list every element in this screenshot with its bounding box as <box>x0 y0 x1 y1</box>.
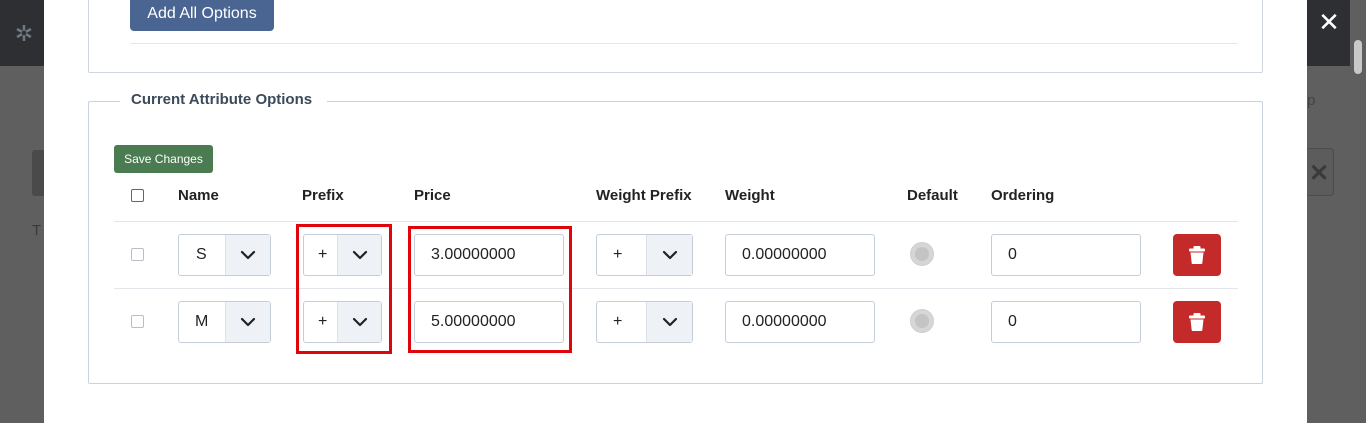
chevron-down-icon <box>225 235 270 275</box>
weight-input[interactable]: 0.00000000 <box>725 301 875 343</box>
backdrop-text-right: p <box>1307 92 1316 109</box>
joomla-logo-icon: ✲ <box>14 21 34 46</box>
column-header-price: Price <box>414 187 451 204</box>
chevron-down-icon <box>337 235 381 275</box>
table-header-divider <box>114 221 1238 222</box>
column-header-default: Default <box>907 187 958 204</box>
scrollbar-thumb[interactable] <box>1354 40 1362 74</box>
column-header-ordering: Ordering <box>991 187 1055 204</box>
name-select[interactable]: M <box>178 301 271 343</box>
default-radio[interactable] <box>910 309 934 333</box>
chevron-down-icon <box>225 302 270 342</box>
price-input[interactable]: 3.00000000 <box>414 234 564 276</box>
ordering-input[interactable]: 0 <box>991 301 1141 343</box>
add-all-options-button[interactable]: Add All Options <box>130 0 274 31</box>
modal-dialog: Add All Options Current Attribute Option… <box>44 0 1307 423</box>
name-select-value: M <box>195 313 209 330</box>
ordering-input[interactable]: 0 <box>991 234 1141 276</box>
name-select[interactable]: S <box>178 234 271 276</box>
row-checkbox[interactable] <box>131 315 144 328</box>
column-header-weight-prefix: Weight Prefix <box>596 187 692 204</box>
delete-button[interactable] <box>1173 301 1221 343</box>
delete-button[interactable] <box>1173 234 1221 276</box>
chevron-down-icon <box>337 302 381 342</box>
row-divider <box>114 288 1238 289</box>
prefix-select-value: + <box>318 313 328 330</box>
weight-prefix-select-value: + <box>613 246 623 263</box>
backdrop-close-box: ✕ <box>1307 148 1334 196</box>
chevron-down-icon <box>646 302 692 342</box>
column-header-name: Name <box>178 187 219 204</box>
column-header-weight: Weight <box>725 187 775 204</box>
chevron-down-icon <box>646 235 692 275</box>
trash-icon <box>1189 313 1205 331</box>
close-icon[interactable]: ✕ <box>1316 8 1342 36</box>
column-header-prefix: Prefix <box>302 187 344 204</box>
price-input[interactable]: 5.00000000 <box>414 301 564 343</box>
default-radio[interactable] <box>910 242 934 266</box>
prefix-select-value: + <box>318 246 328 263</box>
weight-prefix-select[interactable]: + <box>596 301 693 343</box>
fieldset-legend: Current Attribute Options <box>120 90 328 110</box>
row-checkbox[interactable] <box>131 248 144 261</box>
trash-icon <box>1189 246 1205 264</box>
weight-input[interactable]: 0.00000000 <box>725 234 875 276</box>
select-all-checkbox[interactable] <box>131 189 144 202</box>
save-changes-button[interactable]: Save Changes <box>114 145 213 173</box>
prefix-select[interactable]: + <box>303 301 382 343</box>
weight-prefix-select-value: + <box>613 313 623 330</box>
weight-prefix-select[interactable]: + <box>596 234 693 276</box>
name-select-value: S <box>196 246 207 263</box>
divider <box>130 43 1238 44</box>
prefix-select[interactable]: + <box>303 234 382 276</box>
